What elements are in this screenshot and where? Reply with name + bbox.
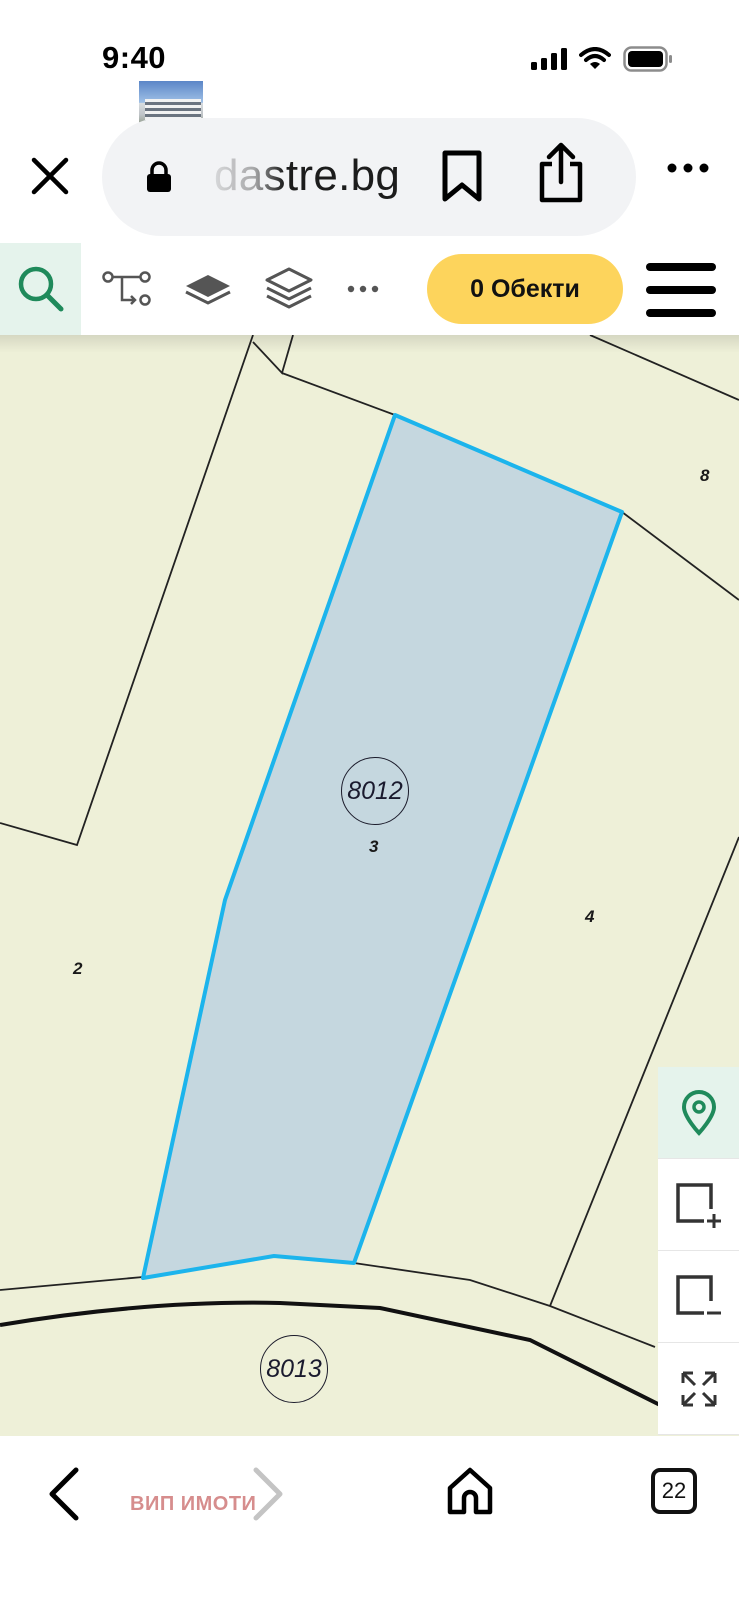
signal-icon [531, 48, 567, 70]
selected-parcel [141, 413, 624, 1280]
more-icon[interactable] [666, 162, 710, 174]
search-icon [18, 266, 63, 312]
battery-icon [623, 46, 672, 72]
search-tool-button[interactable] [0, 243, 81, 335]
route-tool-button[interactable] [102, 265, 152, 313]
bottom-navigation: ВИП ИМОТИ 22 [0, 1436, 739, 1600]
boundary-line [0, 1276, 144, 1291]
parcel-label-4: 4 [585, 907, 595, 926]
url-text: dastre.bg [214, 151, 401, 200]
add-rectangle-icon [675, 1182, 721, 1228]
close-icon [31, 157, 69, 195]
layer-tool-button[interactable] [183, 265, 233, 313]
road-boundary [0, 1300, 661, 1407]
home-icon[interactable] [446, 1466, 494, 1516]
boundary-line [281, 372, 396, 416]
layers-stack-tool-button[interactable] [264, 265, 314, 313]
map-canvas [0, 335, 739, 1407]
fullscreen-icon [681, 1371, 716, 1406]
parcel-label-3: 3 [369, 837, 379, 856]
boundary-line [621, 511, 739, 601]
close-button[interactable] [24, 150, 76, 202]
parcel-id-8012[interactable]: 8012 [341, 757, 409, 825]
watermark-text: ВИП ИМОТИ [130, 1493, 257, 1515]
hamburger-icon[interactable] [646, 263, 716, 317]
toolbar-shadow [0, 335, 739, 353]
objects-button[interactable]: 0 Обекти [427, 254, 623, 324]
add-area-button[interactable] [658, 1159, 739, 1251]
more-tools-button[interactable] [345, 265, 381, 313]
status-icons [531, 46, 673, 72]
fullscreen-button[interactable] [658, 1343, 739, 1435]
layer-icon [185, 275, 231, 305]
parcel-label-8: 8 [700, 466, 710, 485]
parcel-label-2: 2 [73, 959, 83, 978]
location-pin-icon [681, 1089, 716, 1136]
status-bar: 9:40 [0, 0, 739, 131]
layers-stack-icon [265, 267, 313, 309]
lock-icon [147, 161, 171, 192]
status-time: 9:40 [102, 40, 167, 75]
back-icon[interactable] [44, 1464, 84, 1524]
more-icon [347, 285, 379, 293]
share-icon[interactable] [536, 142, 586, 204]
remove-area-button[interactable] [658, 1251, 739, 1343]
map-side-controls [658, 1067, 739, 1435]
parcel-id-8013[interactable]: 8013 [260, 1335, 328, 1403]
map-toolbar: 0 Обекти [0, 243, 739, 335]
route-icon [102, 271, 151, 306]
address-bar[interactable]: dastre.bg [102, 118, 636, 236]
locate-button[interactable] [658, 1067, 739, 1159]
boundary-line [0, 335, 254, 847]
remove-rectangle-icon [675, 1274, 721, 1315]
cadastral-map[interactable]: 8012 8013 3 2 4 8 [0, 335, 739, 1436]
tabs-button[interactable]: 22 [651, 1468, 697, 1514]
bookmark-icon[interactable] [440, 148, 484, 204]
wifi-icon [579, 47, 611, 69]
